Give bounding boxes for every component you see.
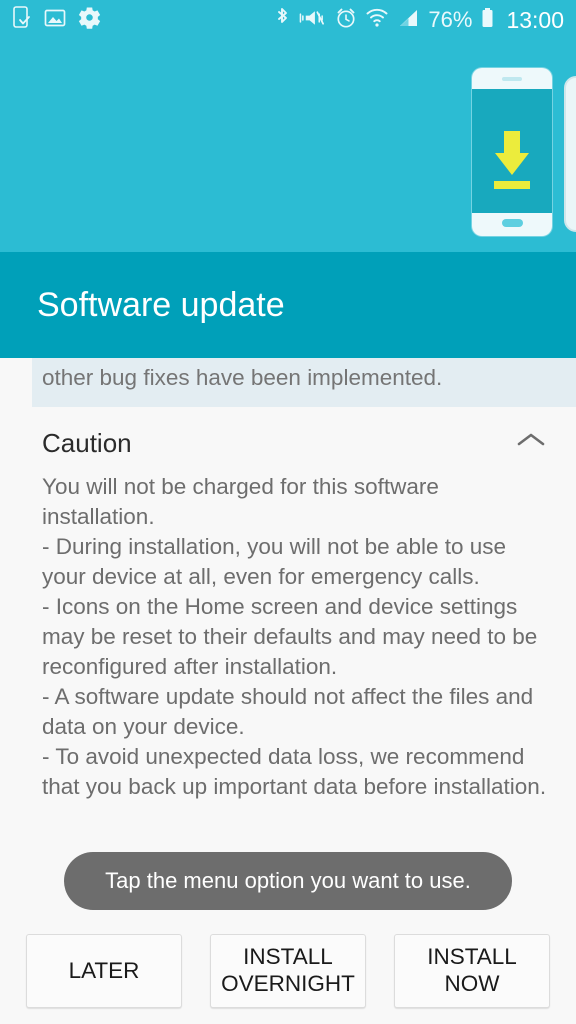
install-now-button[interactable]: INSTALL NOW [394,934,550,1008]
secondary-phone-illustration [564,76,576,232]
page-title: Software update [37,286,285,324]
phone-illustration [472,68,552,236]
update-details-content[interactable]: other bug fixes have been implemented. C… [0,358,576,928]
action-button-bar: LATER INSTALL OVERNIGHT INSTALL NOW [0,928,576,1024]
update-hero-banner [0,40,576,252]
battery-icon [481,6,494,35]
app-install-icon [12,5,32,35]
software-update-screen: 76% 13:00 Software update other bug fixe… [0,0,576,1024]
install-overnight-button[interactable]: INSTALL OVERNIGHT [210,934,366,1008]
chevron-up-icon[interactable] [514,429,548,456]
status-bar-right-icons: 76% 13:00 [275,6,564,35]
phone-speaker-slot [502,77,522,81]
battery-percentage: 76% [428,7,473,32]
wifi-icon [366,6,388,34]
cellular-signal-icon [397,7,419,34]
caution-body-text: You will not be charged for this softwar… [42,474,547,800]
page-header: Software update [0,252,576,358]
toast-notification: Tap the menu option you want to use. [64,852,512,910]
status-bar-clock: 13:00 [506,6,564,33]
alarm-icon [335,6,357,34]
status-bar-left-icons [12,5,101,35]
status-bar: 76% 13:00 [0,0,576,40]
phone-screen [472,89,552,213]
download-arrow-head-icon [495,153,529,175]
caution-title: Caution [42,427,132,458]
settings-gear-icon [78,6,101,34]
toast-message: Tap the menu option you want to use. [105,868,471,893]
download-arrow-baseline-icon [494,181,530,189]
later-button[interactable]: LATER [26,934,182,1008]
caution-section-header[interactable]: Caution [0,407,576,456]
screenshot-image-icon [44,7,66,34]
release-note-text: other bug fixes have been implemented. [32,358,576,408]
vibrate-mute-icon [299,6,326,35]
bluetooth-icon [275,6,290,35]
phone-home-button [502,219,523,227]
